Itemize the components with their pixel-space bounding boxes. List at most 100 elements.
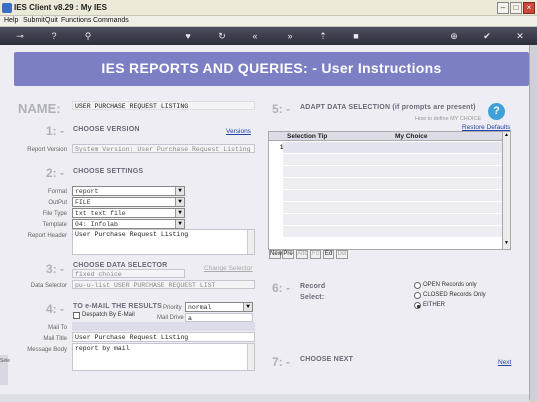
grid-scrollbar[interactable]: ▲ ▼ (502, 132, 510, 249)
despatch-label: Despatch By E-Mail (82, 312, 135, 318)
scrollbar[interactable] (529, 45, 537, 400)
table-row[interactable] (283, 166, 503, 178)
mail-title-label: Mail Title (43, 336, 67, 342)
table-row[interactable] (283, 202, 503, 214)
data-selector-label: Data Selector (30, 283, 67, 289)
grid-header: Selection Tip My Choice (269, 132, 510, 141)
report-version-label: Report Version (27, 147, 67, 153)
name-label: NAME: (18, 101, 61, 116)
minimize-button[interactable]: – (497, 2, 509, 14)
step6-number: 6: - (272, 281, 290, 295)
versions-link[interactable]: Versions (226, 128, 251, 135)
table-row[interactable] (283, 154, 503, 166)
report-version-field[interactable]: System Version: User Purchase Request Li… (72, 144, 255, 153)
step5-title: ADAPT DATA SELECTION (if prompts are pre… (300, 104, 476, 111)
table-row[interactable] (283, 214, 503, 226)
col-my-choice: My Choice (395, 133, 428, 140)
textarea-scrollbar[interactable] (247, 230, 254, 254)
step4-number: 4: - (46, 302, 64, 316)
format-value: report (75, 188, 99, 195)
rewind-icon[interactable]: « (249, 30, 261, 42)
despatch-checkbox[interactable] (73, 312, 80, 319)
scroll-down-icon[interactable]: ▼ (503, 240, 510, 248)
mail-to-field[interactable] (72, 322, 255, 331)
maximize-button[interactable]: □ (510, 2, 522, 14)
radio-open-label: OPEN Records only (423, 282, 477, 288)
filetype-select[interactable]: txt text file ▼ (72, 208, 185, 218)
nav-fo-button: Fo (310, 250, 321, 259)
chevron-down-icon: ▼ (175, 209, 184, 217)
table-row[interactable] (283, 190, 503, 202)
message-body-label: Message Body (27, 347, 67, 353)
report-header-label: Report Header (27, 233, 67, 239)
step6-title-line1: Record (300, 283, 326, 290)
priority-label: Priority (163, 305, 182, 311)
step4-title: TO e-MAIL THE RESULTS (73, 303, 162, 310)
close-icon[interactable]: ✕ (514, 30, 526, 42)
step3-title: CHOOSE DATA SELECTOR (73, 262, 168, 269)
table-row[interactable] (283, 142, 503, 154)
nav-new-button[interactable]: New (269, 250, 282, 259)
chevron-down-icon: ▼ (175, 198, 184, 206)
check-icon[interactable]: ✔ (481, 30, 493, 42)
chevron-down-icon: ▼ (243, 303, 252, 311)
menu-functions[interactable]: Functions (61, 17, 91, 24)
plus-icon[interactable]: ⊕ (448, 30, 460, 42)
app-icon (2, 3, 12, 13)
side-tab[interactable]: Sele (0, 355, 10, 385)
nav-delete-button: Del (336, 250, 348, 259)
mail-drive-field[interactable]: a (185, 313, 253, 322)
heart-icon[interactable]: ♥ (182, 30, 194, 42)
output-select[interactable]: FILE ▼ (72, 197, 185, 207)
menu-help[interactable]: Help (4, 17, 18, 24)
data-selector-field[interactable]: pu-u-list USER PURCHASE REQUEST LIST (72, 280, 255, 289)
nav-prev-button[interactable]: Pre (282, 250, 294, 259)
forward-icon[interactable]: » (284, 30, 296, 42)
toolbar: ⊸ ? ⚲ ♥ ↻ « » ⇡ ■ ⊕ ✔ ✕ (0, 27, 537, 45)
menu-commands[interactable]: Commands (93, 17, 129, 24)
stop-icon[interactable]: ■ (350, 30, 362, 42)
menu-quit[interactable]: Quit (45, 17, 58, 24)
search-icon[interactable]: ⚲ (82, 30, 94, 42)
nav-add-button: Add (296, 250, 308, 259)
message-body-textarea[interactable]: report by mail (72, 343, 255, 371)
report-header-textarea[interactable]: User Purchase Request Listing (72, 229, 255, 255)
step3-number: 3: - (46, 262, 64, 276)
priority-select[interactable]: normal ▼ (185, 302, 253, 312)
help-icon[interactable]: ? (48, 30, 60, 42)
menu-submit[interactable]: Submit (23, 17, 45, 24)
key-icon[interactable]: ⊸ (10, 30, 30, 42)
textarea-scrollbar[interactable] (247, 344, 254, 370)
restore-defaults-link[interactable]: Restore Defaults (462, 124, 510, 131)
refresh-icon[interactable]: ↻ (216, 30, 228, 42)
help-icon[interactable]: ? (488, 103, 505, 120)
step2-number: 2: - (46, 166, 64, 180)
close-window-button[interactable]: × (523, 2, 535, 14)
radio-either[interactable] (414, 302, 421, 309)
output-value: FILE (75, 199, 91, 206)
radio-open-records[interactable] (414, 282, 421, 289)
radio-closed-records[interactable] (414, 292, 421, 299)
table-row[interactable] (283, 178, 503, 190)
status-bar (0, 394, 529, 402)
table-row[interactable] (283, 226, 503, 238)
format-select[interactable]: report ▼ (72, 186, 185, 196)
next-link[interactable]: Next (498, 359, 511, 366)
menu-bar: Help Submit Quit Functions Commands (0, 16, 537, 27)
nav-edit-button[interactable]: Ed (323, 250, 334, 259)
mail-title-field[interactable]: User Purchase Request Listing (72, 332, 255, 342)
output-label: OutPut (48, 200, 67, 206)
upload-icon[interactable]: ⇡ (317, 30, 329, 42)
template-select[interactable]: 04: Infolab ▼ (72, 219, 185, 229)
step7-number: 7: - (272, 355, 290, 369)
radio-closed-label: CLOSED Records Only (423, 292, 486, 298)
radio-either-label: EITHER (423, 302, 446, 308)
page-title: IES REPORTS AND QUERIES: - User Instruct… (101, 60, 442, 76)
name-field[interactable]: USER PURCHASE REQUEST LISTING (72, 101, 255, 110)
priority-value: normal (188, 304, 212, 311)
selection-grid: Selection Tip My Choice 1 ▲ ▼ (268, 131, 511, 250)
change-selector-link[interactable]: Change Selector (204, 265, 252, 272)
step6-title-line2: Select: (300, 294, 325, 301)
format-label: Format (47, 189, 67, 195)
scroll-up-icon[interactable]: ▲ (503, 132, 510, 140)
